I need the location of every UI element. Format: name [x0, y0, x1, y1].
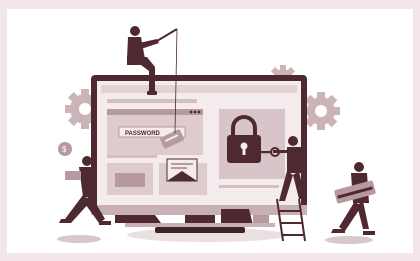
illustration-card: PASSWORD $	[7, 9, 413, 253]
screen-bar-3	[219, 185, 279, 188]
screen-header-bar	[101, 85, 297, 93]
monitor-base	[155, 227, 245, 233]
window-dot	[189, 110, 193, 114]
envelope-icon	[166, 158, 198, 182]
password-label: PASSWORD	[125, 131, 161, 137]
floor-stripe	[125, 223, 275, 227]
gear-icon-right	[302, 92, 340, 130]
screen-window-header	[107, 109, 203, 115]
money-bundle-icon	[65, 171, 81, 180]
window-dot	[197, 110, 201, 114]
fishing-rod	[156, 28, 178, 42]
ground-shadow-left	[57, 235, 101, 243]
window-dot	[193, 110, 197, 114]
ground-shadow-right	[325, 236, 373, 244]
screen-bar-1	[107, 99, 197, 103]
screen-block-left-inner	[115, 173, 145, 187]
cyber-attack-illustration: PASSWORD $	[57, 26, 376, 244]
monitor-chin	[91, 205, 307, 215]
screen-bar-2	[107, 155, 157, 158]
shield-badge-icon: $	[58, 142, 72, 156]
svg-text:$: $	[62, 145, 67, 154]
